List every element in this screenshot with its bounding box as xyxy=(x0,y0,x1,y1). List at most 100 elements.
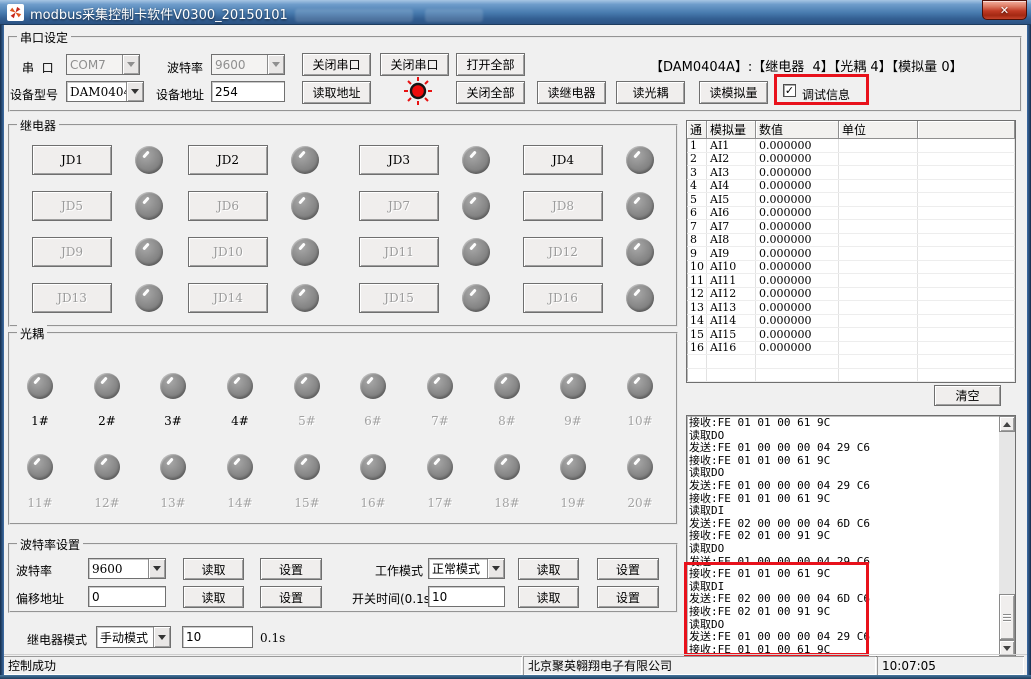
cell-channel: 1 xyxy=(687,139,707,152)
opto-channel-label: 14# xyxy=(223,496,257,510)
opto-channel-label: 19# xyxy=(556,496,590,510)
titlebar[interactable]: modbus采集控制卡软件V0300_20150101 ✕ xyxy=(0,0,1031,25)
scrollbar-thumb[interactable] xyxy=(999,594,1015,640)
log-line: 发送:FE 01 00 00 00 04 29 C6 xyxy=(689,442,984,455)
serial-group-label: 串口设定 xyxy=(17,29,71,46)
cell-unit xyxy=(839,166,918,179)
status-message: 控制成功 xyxy=(3,656,522,675)
table-row: 15AI150.000000 xyxy=(687,328,1015,342)
relay-button-jd16: JD16 xyxy=(523,283,603,313)
debug-info-label: 调试信息 xyxy=(802,86,850,103)
offset-set-button[interactable]: 设置 xyxy=(260,586,322,608)
log-line: 接收:FE 01 01 00 61 9C xyxy=(689,568,984,581)
offset-addr-input[interactable]: 0 xyxy=(88,586,166,607)
baudrate-read-button[interactable]: 读取 xyxy=(183,558,244,580)
table-header-cell xyxy=(918,121,1015,139)
work-mode-select[interactable]: 正常模式 xyxy=(428,558,505,579)
close-icon: ✕ xyxy=(1000,4,1009,17)
read-analog-button[interactable]: 读模拟量 xyxy=(699,81,768,104)
relay-led-jd13-icon xyxy=(135,284,163,312)
relay-mode-time-input[interactable]: 10 xyxy=(182,626,253,648)
switch-time-set-button[interactable]: 设置 xyxy=(597,586,659,608)
device-info-text: 【DAM0404A】:【继电器 4】【光耦 4】【模拟量 0】 xyxy=(650,56,963,75)
relay-led-jd5-icon xyxy=(135,192,163,220)
scroll-up-icon[interactable] xyxy=(999,416,1015,432)
cell-channel: 2 xyxy=(687,153,707,166)
read-addr-button[interactable]: 读取地址 xyxy=(302,81,371,104)
relay-button-jd6: JD6 xyxy=(188,191,268,221)
relay-button-jd3[interactable]: JD3 xyxy=(359,145,439,175)
close-all-button[interactable]: 关闭全部 xyxy=(456,81,525,104)
cell-channel: 16 xyxy=(687,342,707,355)
cell-value: 0.000000 xyxy=(756,288,839,301)
relay-led-jd9-icon xyxy=(135,238,163,266)
table-row: 12AI120.000000 xyxy=(687,288,1015,302)
log-line: 接收:FE 01 01 00 61 9C xyxy=(689,493,984,506)
table-row-empty xyxy=(687,355,1015,369)
cell-channel: 4 xyxy=(687,180,707,193)
cell-extra xyxy=(918,207,1015,220)
opto-led-16-icon xyxy=(360,454,386,480)
log-scrollbar[interactable] xyxy=(999,416,1015,656)
log-line: 发送:FE 01 00 00 00 04 29 C6 xyxy=(689,631,984,644)
cell-unit xyxy=(839,193,918,206)
opto-channel-label: 8# xyxy=(490,414,524,428)
baudrate-set-button[interactable]: 设置 xyxy=(260,558,322,580)
opto-channel-label: 11# xyxy=(23,496,57,510)
cell-unit xyxy=(839,153,918,166)
device-model-label: 设备型号 xyxy=(10,86,58,103)
switch-time-read-button[interactable]: 读取 xyxy=(518,586,579,608)
relay-led-jd2-icon xyxy=(291,146,319,174)
log-line: 接收:FE 01 01 00 61 9C xyxy=(689,417,984,430)
opto-channel-label: 15# xyxy=(290,496,324,510)
work-mode-set-button[interactable]: 设置 xyxy=(597,558,659,580)
cell-channel: 8 xyxy=(687,234,707,247)
app-window: modbus采集控制卡软件V0300_20150101 ✕ 串口设定 串 口 C… xyxy=(0,0,1031,679)
cell-analog-name: AI16 xyxy=(707,342,756,355)
cell-extra xyxy=(918,342,1015,355)
close-serial-button[interactable]: 关闭串口 xyxy=(302,53,371,76)
cell-analog-name: AI13 xyxy=(707,301,756,314)
open-all-button[interactable]: 打开全部 xyxy=(456,53,525,76)
cell-value: 0.000000 xyxy=(756,180,839,193)
table-row: 5AI50.000000 xyxy=(687,193,1015,207)
device-model-select[interactable]: DAM0404A xyxy=(66,81,144,102)
baudrate-select[interactable]: 9600 xyxy=(88,558,166,579)
cell-analog-name: AI3 xyxy=(707,166,756,179)
baud-group-label: 波特率设置 xyxy=(17,536,83,553)
relay-button-jd1[interactable]: JD1 xyxy=(32,145,112,175)
debug-log[interactable]: 接收:FE 01 01 00 61 9C读取DO发送:FE 01 00 00 0… xyxy=(686,415,1016,657)
opto-led-10-icon xyxy=(627,373,653,399)
work-mode-read-button[interactable]: 读取 xyxy=(518,558,579,580)
cell-channel: 13 xyxy=(687,301,707,314)
log-line: 接收:FE 02 01 00 91 9C xyxy=(689,530,984,543)
statusbar-divider xyxy=(0,654,1031,655)
opto-led-4-icon xyxy=(227,373,253,399)
switch-time-input[interactable]: 10 xyxy=(428,586,505,607)
device-addr-input[interactable]: 254 xyxy=(211,81,285,102)
opto-led-19-icon xyxy=(560,454,586,480)
cell-analog-name: AI10 xyxy=(707,261,756,274)
relay-button-jd2[interactable]: JD2 xyxy=(188,145,268,175)
log-line: 读取DI xyxy=(689,505,984,518)
opto-channel-label: 20# xyxy=(623,496,657,510)
titlebar-reflection xyxy=(295,9,413,22)
opto-channel-label: 7# xyxy=(423,414,457,428)
clear-button[interactable]: 清空 xyxy=(934,385,1001,406)
cell-analog-name: AI8 xyxy=(707,234,756,247)
window-title: modbus采集控制卡软件V0300_20150101 xyxy=(30,4,288,23)
debug-info-checkbox[interactable]: ✓ xyxy=(783,84,796,97)
offset-read-button[interactable]: 读取 xyxy=(183,586,244,608)
close-serial-button-2[interactable]: 关闭串口 xyxy=(380,53,449,76)
relay-mode-unit-label: 0.1s xyxy=(260,631,285,645)
close-button[interactable]: ✕ xyxy=(982,0,1027,20)
cell-unit xyxy=(839,180,918,193)
relay-mode-select[interactable]: 手动模式 xyxy=(96,626,171,648)
relay-led-jd7-icon xyxy=(462,192,490,220)
read-relay-button[interactable]: 读继电器 xyxy=(537,81,606,104)
relay-button-jd4[interactable]: JD4 xyxy=(523,145,603,175)
relay-led-jd3-icon xyxy=(462,146,490,174)
cell-unit xyxy=(839,247,918,260)
read-opto-button[interactable]: 读光耦 xyxy=(616,81,685,104)
relay-led-jd16-icon xyxy=(626,284,654,312)
